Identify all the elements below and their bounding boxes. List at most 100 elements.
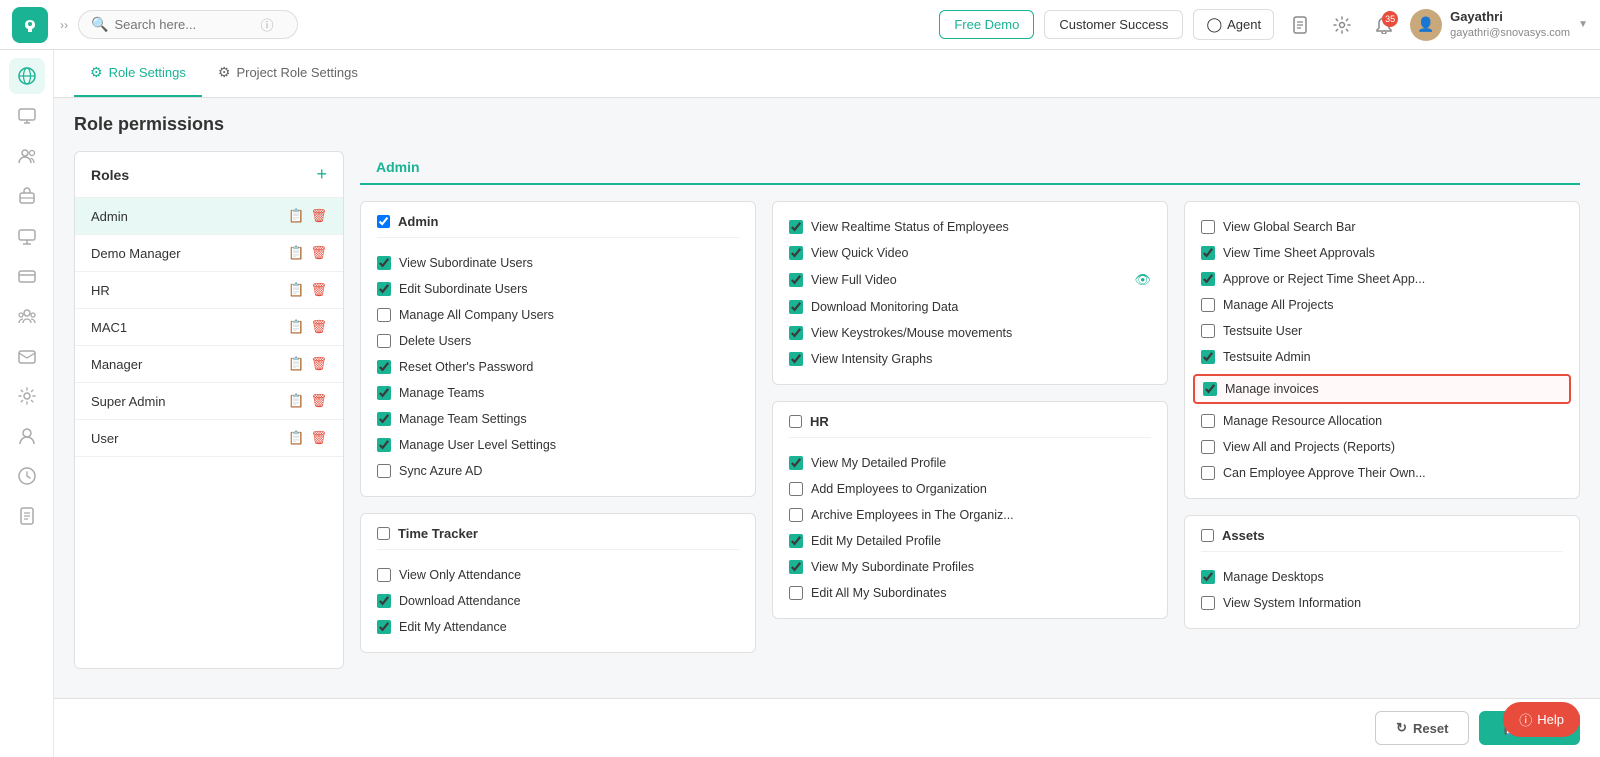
customer-success-button[interactable]: Customer Success [1044, 10, 1183, 39]
perm-checkbox[interactable] [1201, 440, 1215, 454]
copy-icon[interactable]: 📋 [288, 356, 304, 372]
perm-checkbox[interactable] [789, 586, 803, 600]
perm-checkbox[interactable] [377, 438, 391, 452]
sidebar-item-card[interactable] [9, 258, 45, 294]
perm-checkbox[interactable] [789, 273, 803, 287]
perm-checkbox[interactable] [377, 256, 391, 270]
copy-icon[interactable]: 📋 [288, 393, 304, 409]
perm-label: Manage Desktops [1223, 570, 1324, 584]
perm-item: Approve or Reject Time Sheet App... [1201, 266, 1563, 292]
perm-checkbox[interactable] [377, 464, 391, 478]
perm-checkbox[interactable] [789, 534, 803, 548]
free-demo-button[interactable]: Free Demo [939, 10, 1034, 39]
role-item[interactable]: Demo Manager 📋 🗑 [75, 235, 343, 272]
search-input[interactable] [114, 17, 254, 32]
perm-checkbox[interactable] [789, 482, 803, 496]
perm-checkbox[interactable] [377, 282, 391, 296]
perm-checkbox[interactable] [789, 456, 803, 470]
perm-checkbox[interactable] [789, 352, 803, 366]
logo[interactable] [12, 7, 48, 43]
role-item[interactable]: User 📋 🗑 [75, 420, 343, 457]
perm-checkbox[interactable] [1203, 382, 1217, 396]
nav-expand-icon[interactable]: ›› [60, 18, 68, 32]
perm-item: View Global Search Bar [1201, 214, 1563, 240]
copy-icon[interactable]: 📋 [288, 319, 304, 335]
perm-checkbox[interactable] [789, 326, 803, 340]
perm-checkbox[interactable] [789, 246, 803, 260]
group-header-checkbox[interactable] [789, 415, 802, 428]
role-item[interactable]: MAC1 📋 🗑 [75, 309, 343, 346]
sidebar-item-gear[interactable] [9, 378, 45, 414]
delete-icon[interactable]: 🗑 [310, 393, 327, 409]
perm-checkbox[interactable] [1201, 350, 1215, 364]
sidebar-item-person2[interactable] [9, 418, 45, 454]
delete-icon[interactable]: 🗑 [310, 245, 327, 261]
sidebar-item-briefcase[interactable] [9, 178, 45, 214]
sidebar-item-team[interactable] [9, 298, 45, 334]
user-area[interactable]: 👤 Gayathri gayathri@snovasys.com ▼ [1410, 9, 1588, 41]
group-header-checkbox[interactable] [377, 215, 390, 228]
tab-project-role-settings[interactable]: ⚙ Project Role Settings [202, 50, 374, 97]
sidebar-item-monitor[interactable] [9, 98, 45, 134]
role-item[interactable]: Super Admin 📋 🗑 [75, 383, 343, 420]
perm-checkbox[interactable] [377, 334, 391, 348]
copy-icon[interactable]: 📋 [288, 282, 304, 298]
group-header-checkbox[interactable] [1201, 529, 1214, 542]
perm-checkbox[interactable] [1201, 570, 1215, 584]
admin-role-tab[interactable]: Admin [360, 151, 436, 185]
perm-checkbox[interactable] [377, 620, 391, 634]
eye-icon[interactable]: 👁 [1134, 272, 1151, 288]
perm-checkbox[interactable] [789, 508, 803, 522]
sidebar-item-people[interactable] [9, 138, 45, 174]
sidebar-item-globe[interactable] [9, 58, 45, 94]
agent-button[interactable]: ◯ Agent [1193, 9, 1274, 40]
perm-group-misc-top: View Global Search Bar View Time Sheet A… [1184, 201, 1580, 499]
settings-icon-btn[interactable] [1326, 9, 1358, 41]
role-item[interactable]: Admin 📋 🗑 [75, 198, 343, 235]
perm-checkbox[interactable] [789, 560, 803, 574]
perm-checkbox[interactable] [789, 220, 803, 234]
copy-icon[interactable]: 📋 [288, 245, 304, 261]
copy-icon[interactable]: 📋 [288, 430, 304, 446]
perm-item: Reset Other's Password [377, 354, 739, 380]
perm-checkbox[interactable] [377, 386, 391, 400]
search-info-icon[interactable]: ⓘ [260, 15, 273, 34]
notification-icon-btn[interactable]: 35 [1368, 9, 1400, 41]
help-button[interactable]: ⓘ Help [1503, 702, 1580, 737]
perm-checkbox[interactable] [377, 594, 391, 608]
add-role-button[interactable]: + [316, 164, 327, 185]
document-icon-btn[interactable] [1284, 9, 1316, 41]
perm-checkbox[interactable] [377, 412, 391, 426]
perm-checkbox[interactable] [1201, 298, 1215, 312]
perm-checkbox[interactable] [377, 360, 391, 374]
delete-icon[interactable]: 🗑 [310, 282, 327, 298]
reset-button[interactable]: ↻ Reset [1375, 711, 1469, 745]
perm-label: Download Monitoring Data [811, 300, 958, 314]
sidebar-item-file[interactable] [9, 498, 45, 534]
role-item[interactable]: Manager 📋 🗑 [75, 346, 343, 383]
permissions-scroll: Admin View Subordinate Users Edit Subord… [360, 201, 1580, 669]
group-header-checkbox[interactable] [377, 527, 390, 540]
delete-icon[interactable]: 🗑 [310, 430, 327, 446]
perm-checkbox[interactable] [1201, 414, 1215, 428]
perm-checkbox[interactable] [1201, 324, 1215, 338]
perm-checkbox[interactable] [1201, 272, 1215, 286]
perm-label: Manage Teams [399, 386, 484, 400]
delete-icon[interactable]: 🗑 [310, 356, 327, 372]
sidebar-item-desktop[interactable] [9, 218, 45, 254]
perm-group-monitoring: View Realtime Status of Employees View Q… [772, 201, 1168, 385]
perm-checkbox[interactable] [377, 308, 391, 322]
perm-checkbox[interactable] [1201, 246, 1215, 260]
delete-icon[interactable]: 🗑 [310, 208, 327, 224]
role-item[interactable]: HR 📋 🗑 [75, 272, 343, 309]
sidebar-item-clock[interactable] [9, 458, 45, 494]
perm-checkbox[interactable] [1201, 220, 1215, 234]
tab-role-settings[interactable]: ⚙ Role Settings [74, 50, 202, 97]
perm-checkbox[interactable] [1201, 466, 1215, 480]
perm-checkbox[interactable] [789, 300, 803, 314]
perm-checkbox[interactable] [1201, 596, 1215, 610]
copy-icon[interactable]: 📋 [288, 208, 304, 224]
perm-checkbox[interactable] [377, 568, 391, 582]
sidebar-item-mail[interactable] [9, 338, 45, 374]
delete-icon[interactable]: 🗑 [310, 319, 327, 335]
